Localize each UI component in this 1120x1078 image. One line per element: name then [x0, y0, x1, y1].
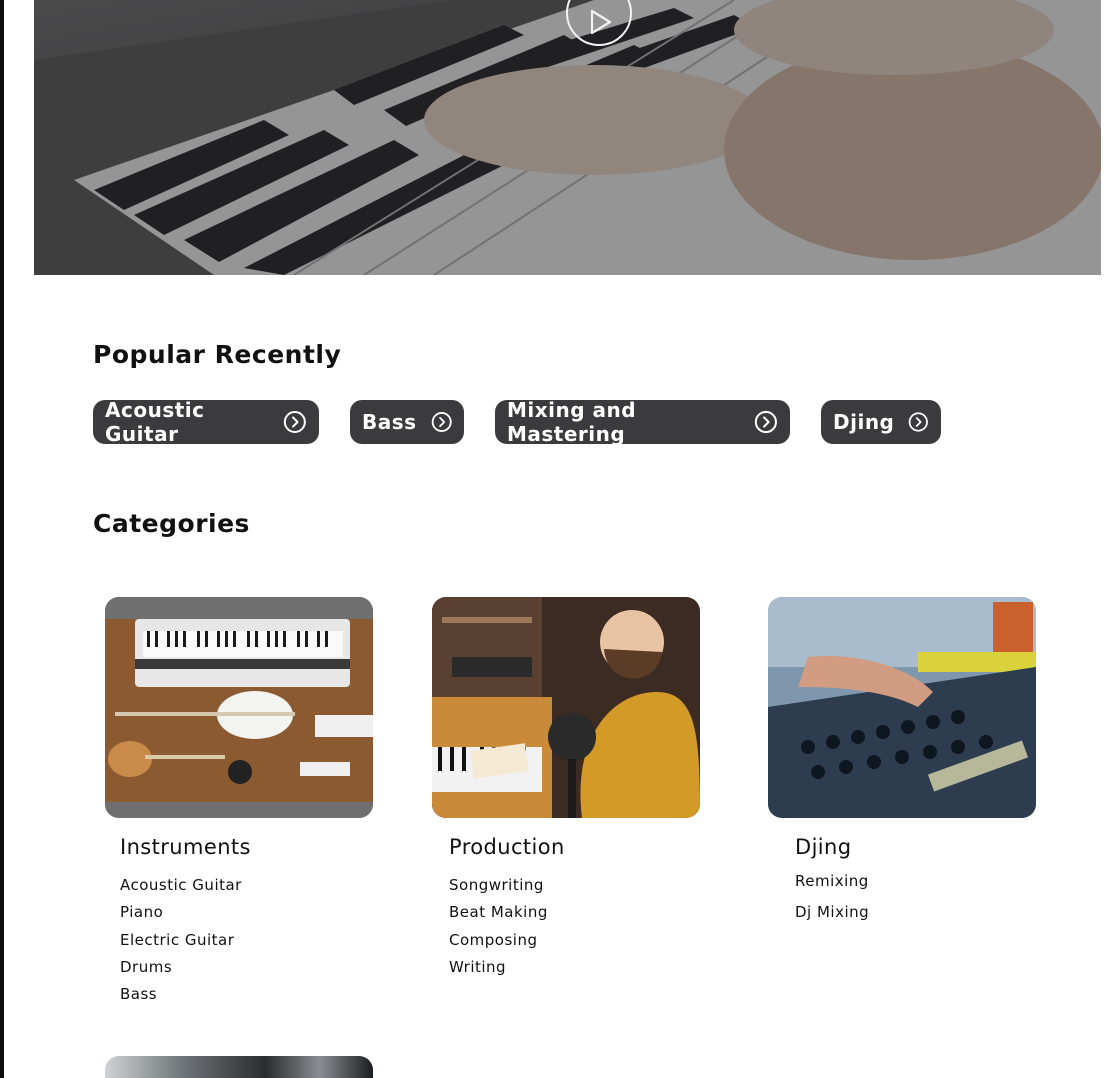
category-card-partial[interactable] — [105, 1056, 373, 1078]
chevron-right-circle-icon — [755, 410, 778, 434]
category-link[interactable]: Drums — [120, 954, 242, 981]
djing-illustration — [768, 597, 1036, 818]
category-card-instruments[interactable] — [105, 597, 373, 818]
hero-overlay — [34, 0, 1101, 275]
pill-acoustic-guitar[interactable]: Acoustic Guitar — [93, 398, 319, 446]
category-title[interactable]: Djing — [795, 835, 851, 859]
category-link[interactable]: Electric Guitar — [120, 927, 242, 954]
category-link[interactable]: Piano — [120, 899, 242, 926]
chevron-right-circle-icon — [284, 410, 307, 434]
pill-label: Acoustic Guitar — [105, 398, 205, 446]
pill-label: Djing — [833, 410, 895, 434]
pill-label: Bass — [362, 410, 417, 434]
category-card-djing[interactable] — [768, 597, 1036, 818]
chevron-right-circle-icon — [909, 412, 929, 432]
pill-mixing-and-mastering[interactable]: Mixing and Mastering — [495, 398, 790, 446]
category-title[interactable]: Production — [449, 835, 565, 859]
category-link[interactable]: Dj Mixing — [795, 899, 869, 926]
category-link[interactable]: Acoustic Guitar — [120, 872, 242, 899]
left-rail — [0, 0, 4, 1078]
category-links-production: Songwriting Beat Making Composing Writin… — [449, 872, 548, 981]
category-link[interactable]: Remixing — [795, 868, 869, 899]
category-link[interactable]: Songwriting — [449, 872, 548, 899]
play-icon — [590, 9, 612, 35]
pill-djing[interactable]: Djing — [821, 400, 941, 444]
section-title-popular: Popular Recently — [93, 340, 342, 369]
pill-bass[interactable]: Bass — [350, 400, 464, 444]
hero-video[interactable] — [34, 0, 1101, 275]
category-links-instruments: Acoustic Guitar Piano Electric Guitar Dr… — [120, 872, 242, 1008]
section-title-categories: Categories — [93, 509, 250, 538]
production-illustration — [432, 597, 700, 818]
chevron-right-circle-icon — [431, 412, 452, 432]
instruments-image[interactable] — [105, 597, 373, 818]
djing-image[interactable] — [768, 597, 1036, 818]
instruments-illustration — [105, 597, 373, 818]
category-links-djing: Remixing Dj Mixing — [795, 868, 869, 926]
category-link[interactable]: Composing — [449, 927, 548, 954]
pill-label: Mixing and Mastering — [507, 398, 637, 446]
category-link[interactable]: Bass — [120, 981, 242, 1008]
production-image[interactable] — [432, 597, 700, 818]
category-card-production[interactable] — [432, 597, 700, 818]
category-title[interactable]: Instruments — [120, 835, 251, 859]
category-link[interactable]: Beat Making — [449, 899, 548, 926]
category-link[interactable]: Writing — [449, 954, 548, 981]
